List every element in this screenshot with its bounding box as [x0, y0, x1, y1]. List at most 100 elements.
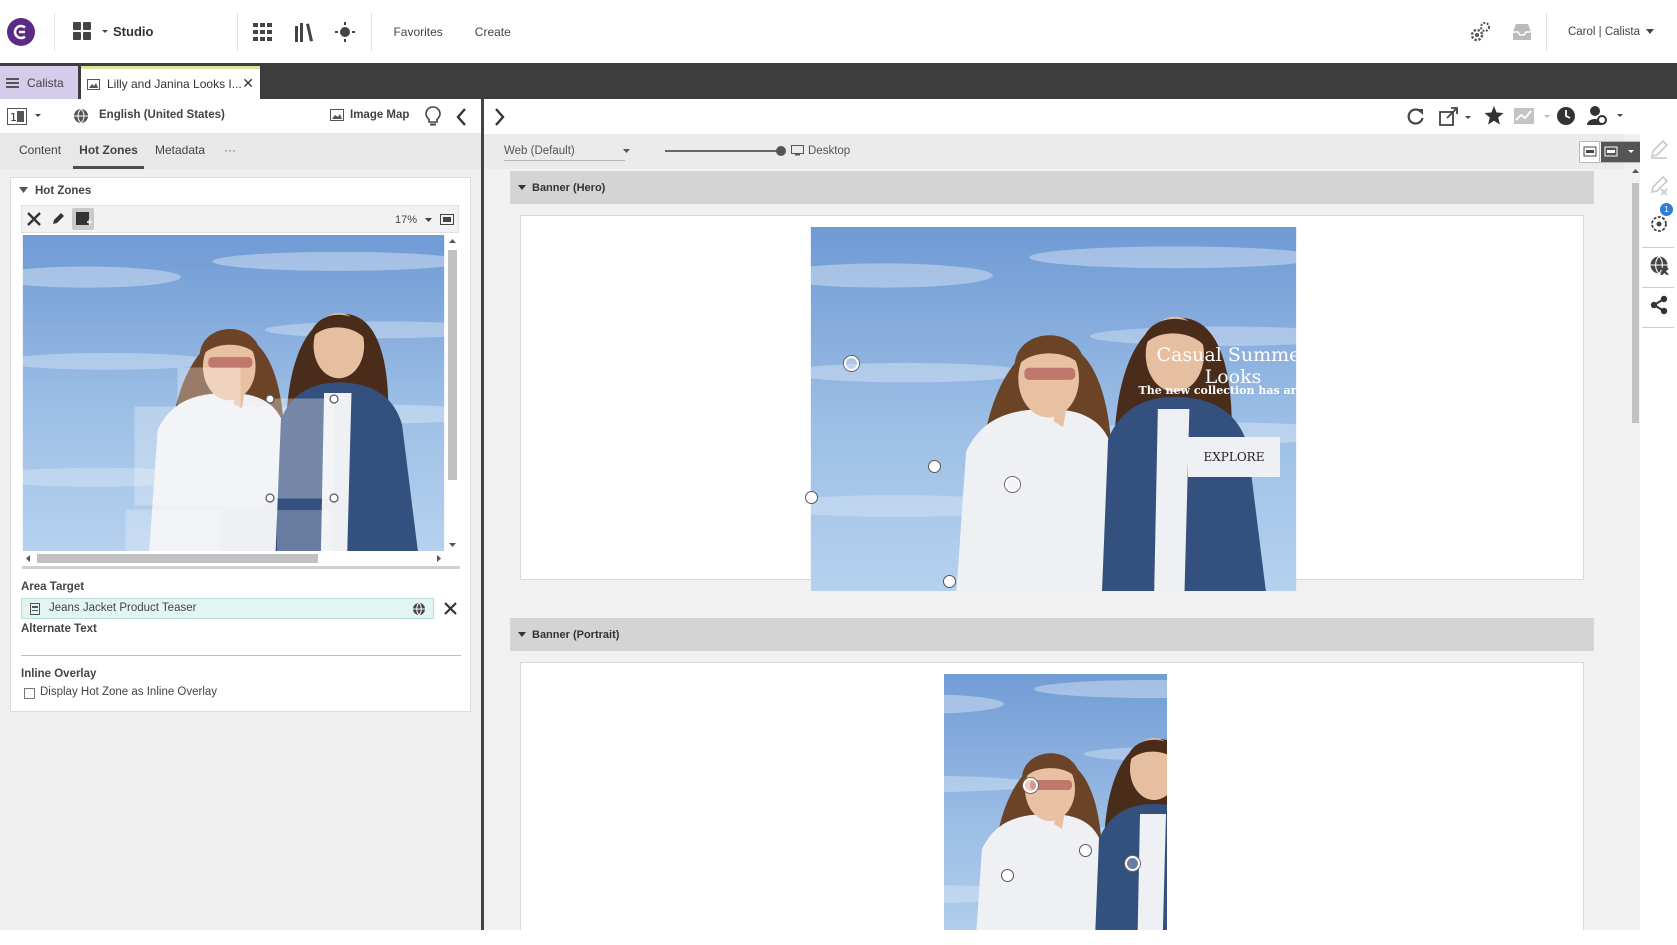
library-grid-icon[interactable]: [253, 22, 273, 41]
banner-headline: Casual Summer Looks: [1156, 344, 1310, 388]
collapse-left-icon[interactable]: [456, 108, 467, 126]
channel-select[interactable]: Web (Default): [504, 145, 575, 157]
lightbulb-icon[interactable]: [425, 106, 441, 126]
banner-portrait-card: [520, 662, 1584, 931]
history-clock-icon[interactable]: [1556, 106, 1576, 126]
workflow-icon[interactable]: 1: [1649, 203, 1673, 233]
user-menu-caret-icon[interactable]: [1646, 29, 1654, 34]
tab-label: Calista: [27, 75, 64, 90]
edit-clear-icon: [1649, 175, 1669, 195]
divider: [1642, 287, 1674, 288]
tab-hot-zones[interactable]: Hot Zones: [73, 134, 144, 169]
add-zone-icon[interactable]: [72, 208, 94, 230]
app-logo-icon[interactable]: [7, 17, 35, 46]
alternate-text-label: Alternate Text: [21, 623, 97, 635]
hotspot-tank-top[interactable]: [1079, 844, 1092, 857]
library-books-icon[interactable]: [294, 22, 314, 42]
layout-switch-icon[interactable]: 1: [7, 108, 43, 125]
hotspot-sunglasses[interactable]: [844, 356, 859, 371]
remove-target-icon[interactable]: [444, 602, 457, 615]
divider: [1642, 327, 1674, 328]
hot-zone-canvas[interactable]: [22, 235, 445, 551]
target-icon[interactable]: [334, 21, 356, 43]
hotspot-white-tee[interactable]: [805, 491, 818, 504]
form-tabs: Content Hot Zones Metadata ···: [0, 134, 481, 169]
hero-banner-image: [762, 227, 1357, 591]
section-banner-hero[interactable]: Banner (Hero): [510, 171, 1594, 204]
localization-globe-icon[interactable]: [1649, 255, 1669, 275]
refresh-icon[interactable]: [1406, 107, 1425, 126]
explore-button[interactable]: EXPLORE: [1188, 437, 1280, 477]
inline-overlay-checkbox-label[interactable]: Display Hot Zone as Inline Overlay: [40, 686, 217, 698]
delete-zone-icon[interactable]: [27, 212, 41, 226]
expand-right-icon[interactable]: [494, 108, 505, 126]
user-settings-icon[interactable]: [1587, 105, 1625, 126]
hot-zones-card: Hot Zones 17% Area Target Jeans Jacket P…: [10, 177, 471, 712]
divider: [237, 12, 239, 51]
tab-content[interactable]: Content: [19, 134, 61, 169]
share-icon[interactable]: [1649, 295, 1669, 315]
inline-overlay-checkbox[interactable]: [24, 688, 35, 699]
device-label[interactable]: Desktop: [808, 145, 850, 157]
preview-toolbar: [484, 99, 1677, 134]
top-bar: Studio Favorites Create Carol | Calista: [0, 0, 1677, 63]
pencil-icon[interactable]: [51, 212, 65, 226]
content-teaser-icon: [30, 603, 40, 615]
hotspot-jeans-jacket[interactable]: [1125, 856, 1140, 871]
area-target-globe-icon[interactable]: [412, 602, 426, 616]
hot-zones-title: Hot Zones: [35, 185, 92, 197]
portrait-banner[interactable]: [944, 674, 1167, 931]
channel-caret-icon[interactable]: [623, 149, 630, 153]
fit-view-icon[interactable]: [440, 214, 454, 226]
zoom-caret-icon[interactable]: [425, 218, 432, 222]
inbox-icon[interactable]: [1511, 23, 1533, 41]
preview-options-bar: Web (Default) Desktop: [484, 134, 1641, 169]
divider: [1642, 247, 1674, 248]
favorites-link[interactable]: Favorites: [393, 25, 442, 39]
analytics-icon[interactable]: [1514, 107, 1552, 125]
hotspot-white-tee[interactable]: [1001, 869, 1014, 882]
locale-label[interactable]: English (United States): [99, 109, 225, 121]
tab-more[interactable]: ···: [224, 134, 236, 169]
settings-gears-icon[interactable]: [1469, 21, 1491, 43]
hot-zone-editor-toolbar: 17%: [21, 205, 459, 233]
hotspot-sunglasses[interactable]: [1023, 778, 1038, 793]
app-name[interactable]: Studio: [113, 24, 153, 39]
open-external-icon[interactable]: [1439, 107, 1473, 126]
banner-subline: The new collection has arrived: [1138, 384, 1328, 397]
hotspot-tank-top[interactable]: [928, 460, 941, 473]
zoom-level[interactable]: 17%: [395, 214, 417, 226]
width-slider[interactable]: [665, 150, 780, 152]
vertical-scrollbar[interactable]: [445, 235, 459, 551]
preview-scrollbar[interactable]: [1630, 169, 1640, 930]
close-tab-icon[interactable]: ✕: [242, 75, 254, 92]
hero-banner[interactable]: Casual Summer Looks The new collection h…: [568, 227, 1539, 591]
resize-handle[interactable]: [22, 566, 460, 569]
divider: [1545, 12, 1547, 51]
right-utility-bar: 1: [1640, 133, 1677, 930]
form-toolbar: 1 English (United States) Image Map: [0, 99, 481, 134]
user-menu[interactable]: Carol | Calista: [1568, 26, 1640, 38]
star-icon[interactable]: [1484, 106, 1504, 125]
section-caret-icon: [518, 632, 526, 637]
width-slider-handle[interactable]: [776, 146, 786, 156]
alternate-text-input[interactable]: [21, 640, 461, 656]
banner-hero-card: Casual Summer Looks The new collection h…: [520, 215, 1584, 591]
horizontal-scrollbar[interactable]: [22, 551, 445, 565]
collapse-caret-icon[interactable]: [19, 187, 28, 193]
document-type-label: Image Map: [350, 109, 410, 121]
bottom-strip: [0, 930, 1677, 945]
area-target-field[interactable]: Jeans Jacket Product Teaser: [21, 598, 434, 619]
tab-image-map[interactable]: Lilly and Janina Looks I... ✕: [81, 66, 260, 99]
form-panel: 1 English (United States) Image Map Cont…: [0, 99, 481, 930]
hotspot-jeans-jacket[interactable]: [1005, 477, 1020, 492]
app-switcher-icon[interactable]: [73, 21, 111, 42]
section-title: Banner (Portrait): [532, 628, 620, 641]
preview-mode-toggle[interactable]: [1579, 141, 1641, 163]
globe-icon: [73, 108, 89, 124]
create-link[interactable]: Create: [475, 25, 511, 39]
hotspot-bottom[interactable]: [943, 575, 956, 588]
tab-calista[interactable]: Calista: [0, 66, 78, 99]
section-banner-portrait[interactable]: Banner (Portrait): [510, 618, 1594, 651]
tab-metadata[interactable]: Metadata: [155, 134, 205, 169]
